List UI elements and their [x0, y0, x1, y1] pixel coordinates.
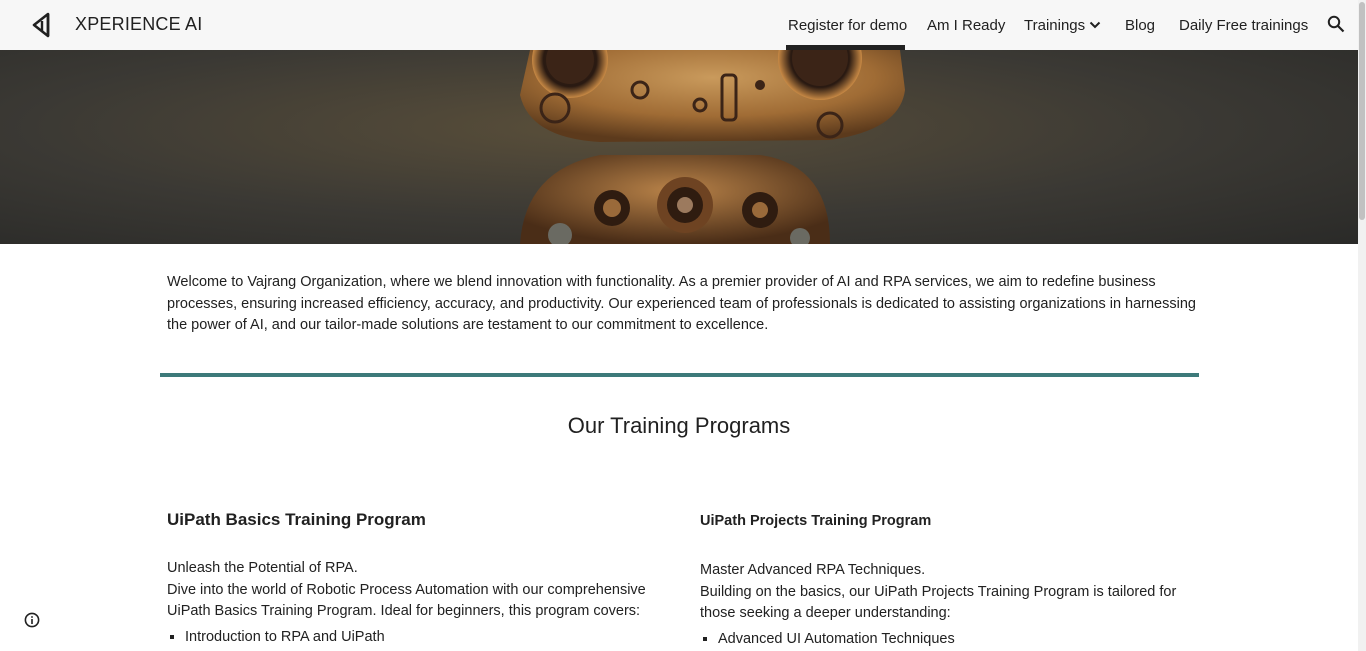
- scrollbar-thumb[interactable]: [1359, 2, 1365, 220]
- program-title: UiPath Projects Training Program: [700, 513, 932, 529]
- nav-label: Register for demo: [788, 17, 908, 34]
- program-description: Dive into the world of Robotic Process A…: [167, 581, 646, 620]
- robot-hero-image: [0, 50, 1358, 244]
- logo-icon[interactable]: [28, 11, 56, 39]
- program-description: Building on the basics, our UiPath Proje…: [700, 583, 1177, 622]
- program-bullets: Introduction to RPA and UiPath: [167, 627, 667, 649]
- program-title: UiPath Basics Training Program: [167, 510, 426, 529]
- program-tagline: Unleash the Potential of RPA.: [167, 560, 358, 576]
- list-item: Advanced UI Automation Techniques: [718, 629, 1200, 651]
- nav-trainings[interactable]: Trainings: [1024, 0, 1102, 50]
- nav-register-for-demo[interactable]: Register for demo: [786, 0, 908, 50]
- nav-label: Blog: [1125, 17, 1156, 34]
- program-card-projects: UiPath Projects Training Program Master …: [700, 508, 1200, 650]
- nav-daily-free-trainings[interactable]: Daily Free trainings: [1179, 0, 1309, 50]
- active-tab-indicator: [786, 45, 905, 50]
- info-icon[interactable]: [24, 612, 40, 628]
- program-bullets: Advanced UI Automation Techniques: [700, 629, 1200, 651]
- nav-label: Trainings: [1024, 17, 1086, 34]
- nav-am-i-ready[interactable]: Am I Ready: [927, 0, 1006, 50]
- chevron-down-icon: [1089, 21, 1101, 29]
- search-icon[interactable]: [1327, 15, 1345, 33]
- nav-label: Daily Free trainings: [1179, 17, 1309, 34]
- robot-illustration: [520, 50, 905, 244]
- top-navigation-bar: XPERIENCE AI Register for demo Am I Read…: [0, 0, 1358, 50]
- page-scrollbar[interactable]: [1358, 0, 1366, 651]
- site-title[interactable]: XPERIENCE AI: [75, 14, 202, 35]
- program-tagline: Master Advanced RPA Techniques.: [700, 562, 926, 578]
- section-divider: [160, 373, 1199, 377]
- program-card-basics: UiPath Basics Training Program Unleash t…: [167, 508, 667, 648]
- section-title: Our Training Programs: [567, 413, 791, 438]
- intro-paragraph: Welcome to Vajrang Organization, where w…: [167, 274, 1196, 333]
- nav-blog[interactable]: Blog: [1125, 0, 1157, 50]
- list-item: Introduction to RPA and UiPath: [185, 627, 667, 649]
- nav-label: Am I Ready: [927, 17, 1006, 34]
